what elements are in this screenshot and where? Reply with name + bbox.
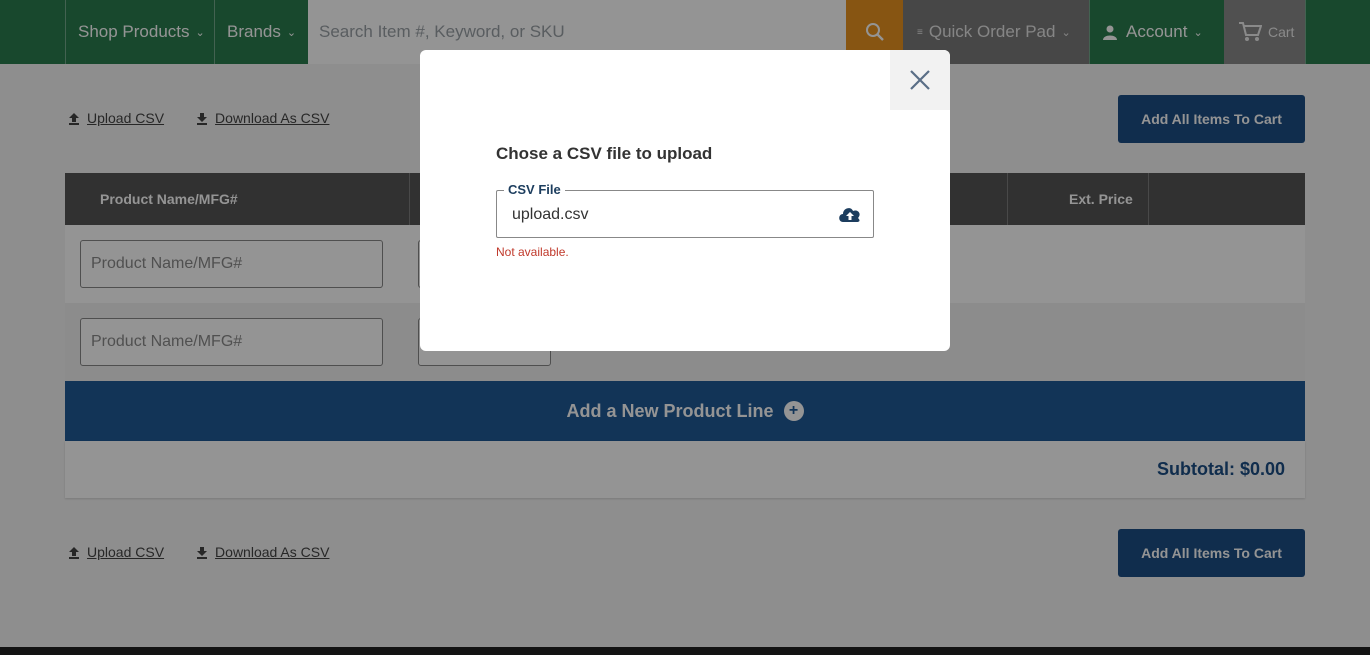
csv-file-value: upload.csv	[512, 206, 589, 223]
csv-file-field[interactable]: CSV File upload.csv	[496, 182, 874, 238]
cloud-upload-icon[interactable]	[837, 204, 863, 224]
modal-title: Chose a CSV file to upload	[496, 144, 713, 163]
upload-csv-modal: Chose a CSV file to upload CSV File uplo…	[420, 50, 950, 351]
close-button[interactable]	[890, 50, 950, 110]
close-icon	[910, 70, 930, 90]
csv-file-label: CSV File	[504, 182, 565, 197]
error-message: Not available.	[496, 245, 569, 259]
